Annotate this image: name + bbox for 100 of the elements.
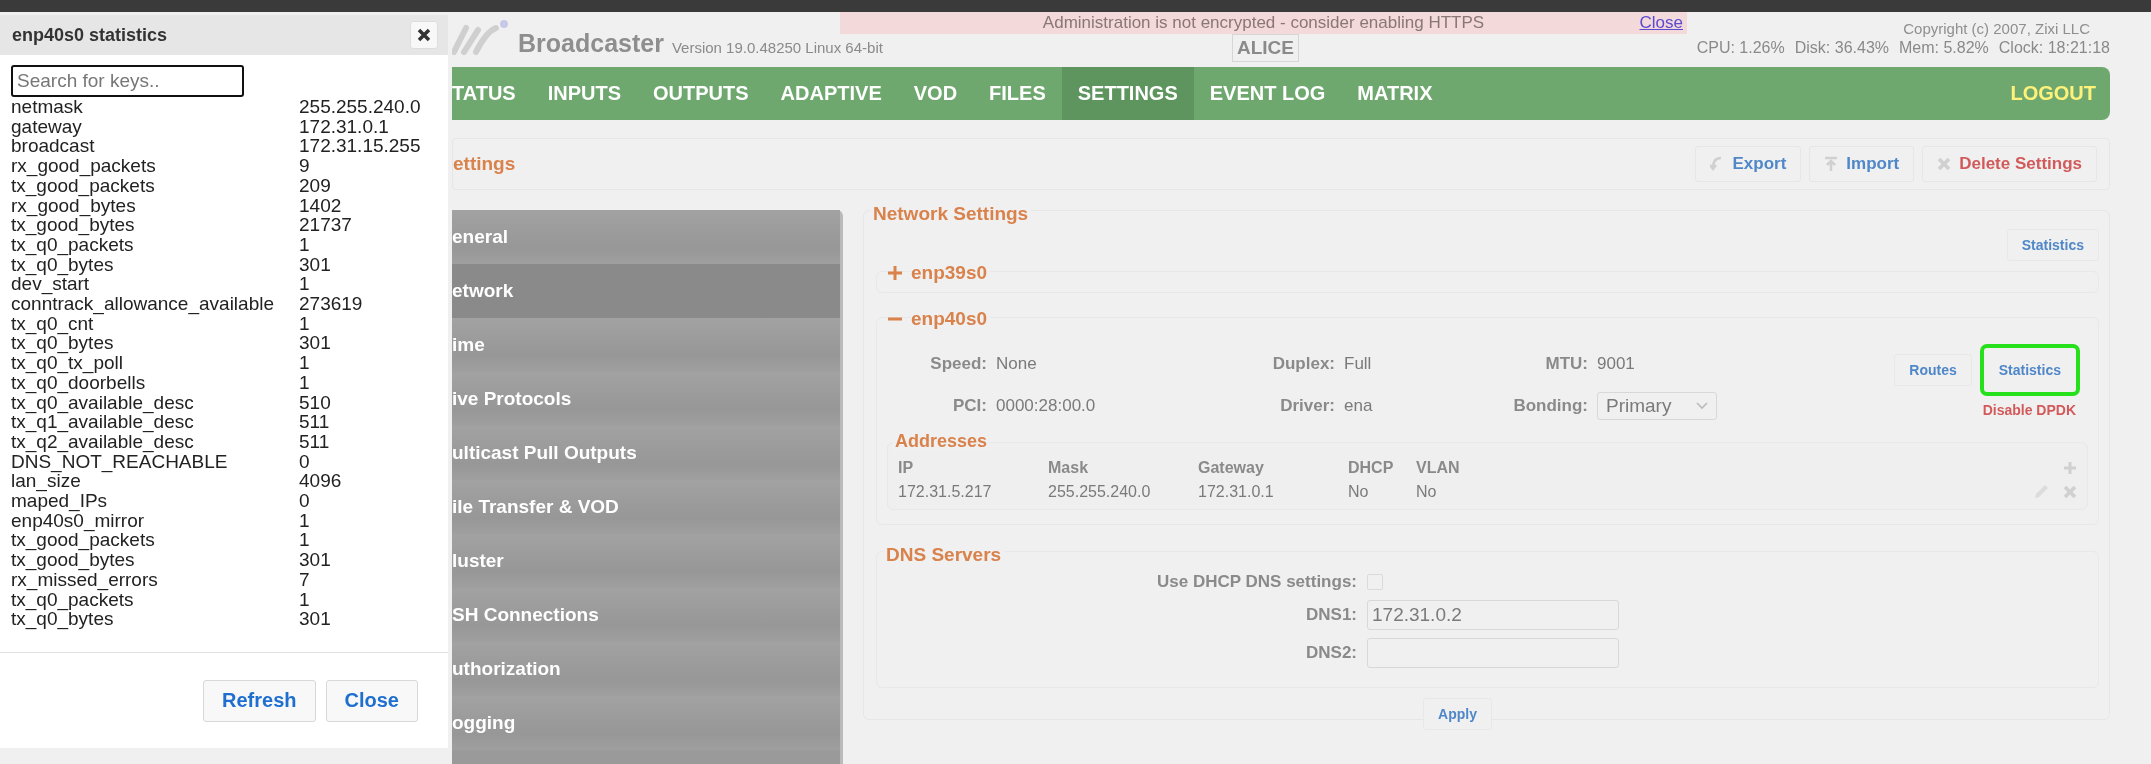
sidebar-item[interactable]: ogging: [452, 696, 840, 750]
table-cell-text: 172.31.0.1: [1198, 483, 1275, 501]
stat-key: tx_q0_bytes: [11, 254, 299, 275]
stat-value: 0: [299, 451, 311, 472]
stat-key: rx_good_bytes: [11, 195, 299, 216]
search-field[interactable]: Search for keys..: [11, 65, 244, 97]
sidebar-item[interactable]: SH Connections: [452, 588, 840, 642]
stat-value: 1: [299, 530, 311, 551]
sidebar-item[interactable]: etwork: [452, 264, 840, 318]
stat-value: 1402: [299, 195, 343, 216]
stat-value: 301: [299, 254, 332, 275]
dialog-button[interactable]: Close: [325, 679, 418, 722]
stat-key: tx_q0_doorbells: [11, 372, 299, 393]
alert-message: Administration is not encrypted - consider enabling HTTPS: [1042, 13, 1485, 33]
stat-key: tx_q0_cnt: [11, 313, 299, 334]
field-label: DNS1:: [1305, 605, 1357, 625]
column-header: VLAN: [1416, 459, 1461, 477]
stat-key: tx_q1_available_desc: [11, 412, 299, 432]
nav-tab[interactable]: TATUS: [452, 67, 532, 120]
version-text: Version 19.0.48250 Linux 64-bit: [671, 39, 883, 58]
table-cell-text: 255.255.240.0: [1048, 483, 1152, 501]
field-value: 9001: [1597, 354, 1636, 374]
sidebar-item[interactable]: ile Transfer & VOD: [452, 480, 840, 534]
stat-key: tx_q0_bytes: [11, 333, 299, 354]
system-stat: Disk: 36.43%: [1794, 39, 1889, 58]
sidebar-item[interactable]: eneral: [452, 210, 840, 264]
page-title: ettings: [453, 153, 516, 175]
stat-key: conntrack_allowance_available: [11, 294, 299, 314]
delete-icon[interactable]: [2063, 485, 2077, 499]
stat-value: 1: [299, 274, 311, 295]
stat-value: 1: [299, 510, 311, 531]
dialog-button[interactable]: Refresh: [203, 679, 316, 722]
sidebar-item[interactable]: ive Protocols: [452, 372, 840, 426]
column-header: Mask: [1048, 459, 1090, 477]
nav-tab[interactable]: ADAPTIVE: [764, 67, 898, 120]
stat-key: tx_q0_packets: [11, 589, 299, 610]
nav-tab[interactable]: OUTPUTS: [637, 67, 765, 120]
stat-value: 511: [299, 431, 331, 452]
export-button[interactable]: Export: [1695, 146, 1802, 182]
stat-key: tx_good_packets: [11, 530, 299, 551]
logout-link[interactable]: LOGOUT: [2010, 67, 2110, 120]
apply-button[interactable]: Apply: [1423, 698, 1492, 730]
stat-key: lan_size: [11, 471, 299, 492]
field-label: Bonding:: [1512, 396, 1588, 416]
column-header: Gateway: [1198, 459, 1265, 477]
stat-key: tx_q0_available_desc: [11, 392, 299, 413]
field-value: None: [996, 354, 1038, 374]
dns-input[interactable]: [1367, 638, 1619, 668]
system-stat: CPU: 1.26%: [1696, 39, 1785, 58]
interface-action-button[interactable]: Routes: [1894, 354, 1972, 386]
nav-tab[interactable]: FILES: [973, 67, 1062, 120]
stat-value: 1: [299, 372, 311, 393]
system-stat: Mem: 5.82%: [1899, 39, 1989, 58]
field-label: DNS2:: [1305, 643, 1357, 663]
disable-dpdk-button[interactable]: Disable DPDK: [1982, 402, 2076, 418]
plus-icon[interactable]: [2063, 461, 2077, 475]
stat-key: rx_missed_errors: [11, 569, 299, 590]
hostname-label: ALICE: [1232, 34, 1299, 62]
sidebar-item[interactable]: ime: [452, 318, 840, 372]
alert-close-link[interactable]: Close: [1639, 13, 1683, 33]
field-value: Full: [1344, 354, 1373, 374]
plus-icon[interactable]: [887, 265, 903, 281]
nav-tab[interactable]: VOD: [897, 67, 974, 120]
dialog-title: enp40s0 statistics: [12, 24, 168, 46]
stat-key: netmask: [11, 97, 299, 117]
stat-value: 9: [299, 156, 311, 176]
stat-key: maped_IPs: [11, 491, 299, 511]
nav-tab[interactable]: MATRIX: [1341, 67, 1449, 120]
dns-input[interactable]: 172.31.0.2: [1367, 600, 1619, 630]
nav-tab[interactable]: INPUTS: [531, 67, 638, 120]
stat-key: enp40s0_mirror: [11, 510, 299, 531]
stat-key: tx_good_bytes: [11, 215, 299, 235]
system-stat: Clock: 18:21:18: [1998, 39, 2110, 58]
stat-key: tx_good_packets: [11, 175, 299, 196]
stat-value: 301: [299, 609, 332, 629]
stat-key: dev_start: [11, 274, 299, 295]
stat-value: 301: [299, 550, 332, 570]
stat-value: 1: [299, 313, 311, 334]
field-label: Duplex:: [1271, 354, 1335, 374]
nav-tab[interactable]: SETTINGS: [1061, 67, 1194, 120]
import-button[interactable]: Import: [1809, 146, 1915, 182]
stat-key: tx_q0_bytes: [11, 609, 299, 629]
sidebar-item[interactable]: luster: [452, 534, 840, 588]
stat-value: 301: [299, 333, 332, 354]
sidebar-item[interactable]: ulticast Pull Outputs: [452, 426, 840, 480]
field-label: Use DHCP DNS settings:: [1156, 572, 1357, 592]
stat-value: 273619: [299, 294, 364, 314]
nav-tab[interactable]: EVENT LOG: [1193, 67, 1342, 120]
stat-value: 1: [299, 234, 311, 255]
stat-value: 4096: [299, 471, 343, 492]
field-value: ena: [1344, 396, 1374, 416]
stat-value: 172.31.15.255: [299, 136, 422, 157]
bonding-select[interactable]: Primary: [1597, 392, 1717, 420]
close-button[interactable]: [410, 21, 438, 49]
field-label: PCI:: [952, 396, 987, 416]
product-name: Broadcaster: [518, 29, 664, 58]
delete-button[interactable]: Delete Settings: [1922, 146, 2097, 182]
sidebar-item[interactable]: uthorization: [452, 642, 840, 696]
table-cell-text: 172.31.5.217: [898, 483, 993, 501]
statistics-button[interactable]: Statistics: [2006, 229, 2099, 261]
